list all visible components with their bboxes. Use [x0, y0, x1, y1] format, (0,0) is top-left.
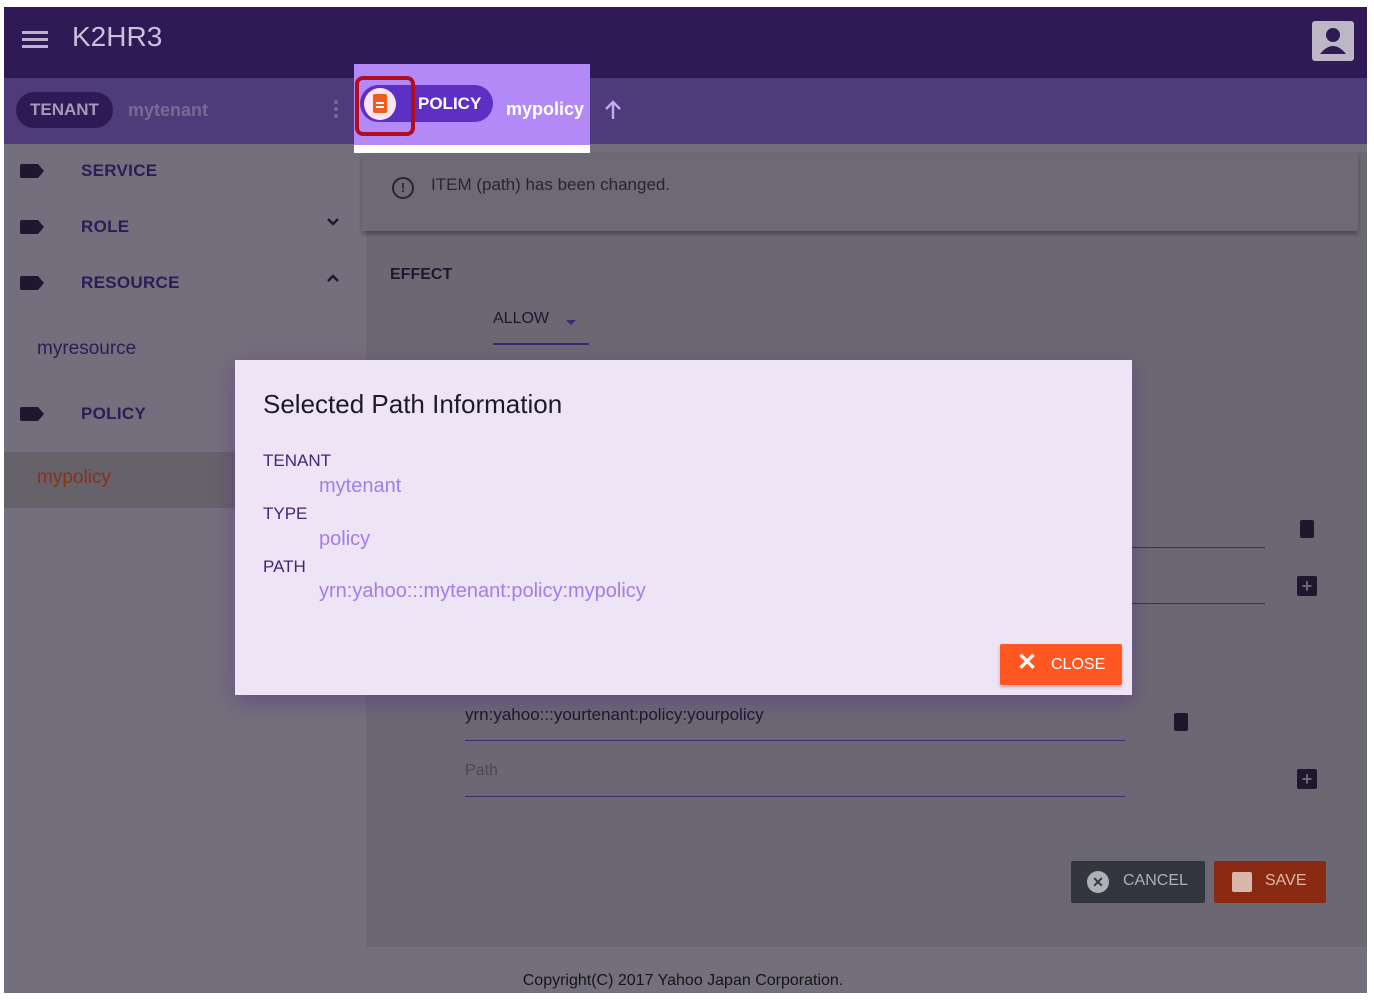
arrow-up-icon[interactable]	[603, 99, 623, 127]
account-icon[interactable]	[1312, 21, 1354, 61]
sidebar-item-label: POLICY	[81, 404, 147, 423]
sidebar-item-label: RESOURCE	[81, 273, 180, 292]
label-icon	[20, 164, 44, 178]
field-underline	[1132, 603, 1265, 604]
sidebar-item-myresource[interactable]: myresource	[37, 338, 136, 360]
policy-chip-label: POLICY	[418, 94, 482, 113]
sidebar-item-label: ROLE	[81, 217, 130, 236]
footer-copyright: Copyright(C) 2017 Yahoo Japan Corporatio…	[522, 972, 844, 989]
label-icon	[20, 276, 44, 290]
save-icon	[1232, 872, 1252, 892]
effect-label: EFFECT	[390, 266, 453, 283]
path-label: PATH	[263, 557, 306, 576]
sidebar-item-role[interactable]: ROLE	[4, 207, 364, 247]
tenant-label: TENANT	[263, 451, 331, 470]
close-button[interactable]: ✕ CLOSE	[1000, 644, 1122, 685]
sidebar-item-label: mypolicy	[37, 467, 111, 488]
field-underline	[1132, 547, 1265, 548]
dialog-title: Selected Path Information	[263, 389, 563, 419]
save-label: SAVE	[1265, 872, 1307, 889]
label-icon	[20, 220, 44, 234]
dropdown-arrow-icon	[566, 320, 576, 325]
annotation-box	[355, 76, 415, 136]
resource-path-field[interactable]: yrn:yahoo:::yourtenant:policy:yourpolicy	[465, 705, 764, 725]
type-value: policy	[319, 528, 371, 550]
path-input[interactable]: Path	[465, 762, 498, 780]
app-bar: K2HR3	[4, 7, 1367, 78]
policy-name[interactable]: mypolicy	[506, 99, 584, 120]
add-box-icon[interactable]: +	[1297, 769, 1317, 789]
info-icon: !	[392, 177, 414, 199]
effect-select[interactable]: ALLOW	[493, 308, 589, 345]
alert-message: ITEM (path) has been changed.	[431, 175, 671, 194]
sidebar-item-label: SERVICE	[81, 161, 158, 180]
app-title: K2HR3	[72, 21, 163, 52]
sidebar-item-service[interactable]: SERVICE	[4, 151, 364, 191]
more-vert-icon[interactable]	[334, 100, 338, 121]
path-toolbar: TENANT mytenant	[4, 78, 1367, 196]
cancel-label: CANCEL	[1123, 872, 1188, 889]
chevron-down-icon[interactable]	[326, 215, 340, 234]
delete-icon[interactable]	[1174, 713, 1188, 731]
field-underline	[465, 740, 1125, 741]
menu-icon[interactable]	[22, 31, 48, 51]
effect-value: ALLOW	[493, 310, 550, 327]
tenant-value: mytenant	[319, 475, 402, 497]
close-icon: ✕	[1017, 649, 1038, 676]
close-label: CLOSE	[1051, 656, 1106, 673]
alert-banner: ! ITEM (path) has been changed.	[362, 153, 1358, 231]
add-box-icon[interactable]: +	[1297, 576, 1317, 596]
tenant-chip[interactable]: TENANT	[16, 92, 113, 128]
delete-icon[interactable]	[1300, 520, 1314, 538]
type-label: TYPE	[263, 504, 308, 523]
sidebar-item-resource[interactable]: RESOURCE	[4, 263, 364, 303]
tenant-name[interactable]: mytenant	[128, 100, 208, 121]
label-icon	[20, 407, 44, 421]
cancel-button[interactable]: ✕ CANCEL	[1071, 861, 1205, 903]
cancel-icon: ✕	[1087, 871, 1109, 893]
save-button[interactable]: SAVE	[1214, 861, 1326, 903]
path-value: yrn:yahoo:::mytenant:policy:mypolicy	[319, 580, 646, 602]
chevron-up-icon[interactable]	[326, 271, 340, 290]
field-underline	[465, 796, 1125, 797]
path-info-dialog: Selected Path Information TENANT mytenan…	[235, 360, 1132, 695]
